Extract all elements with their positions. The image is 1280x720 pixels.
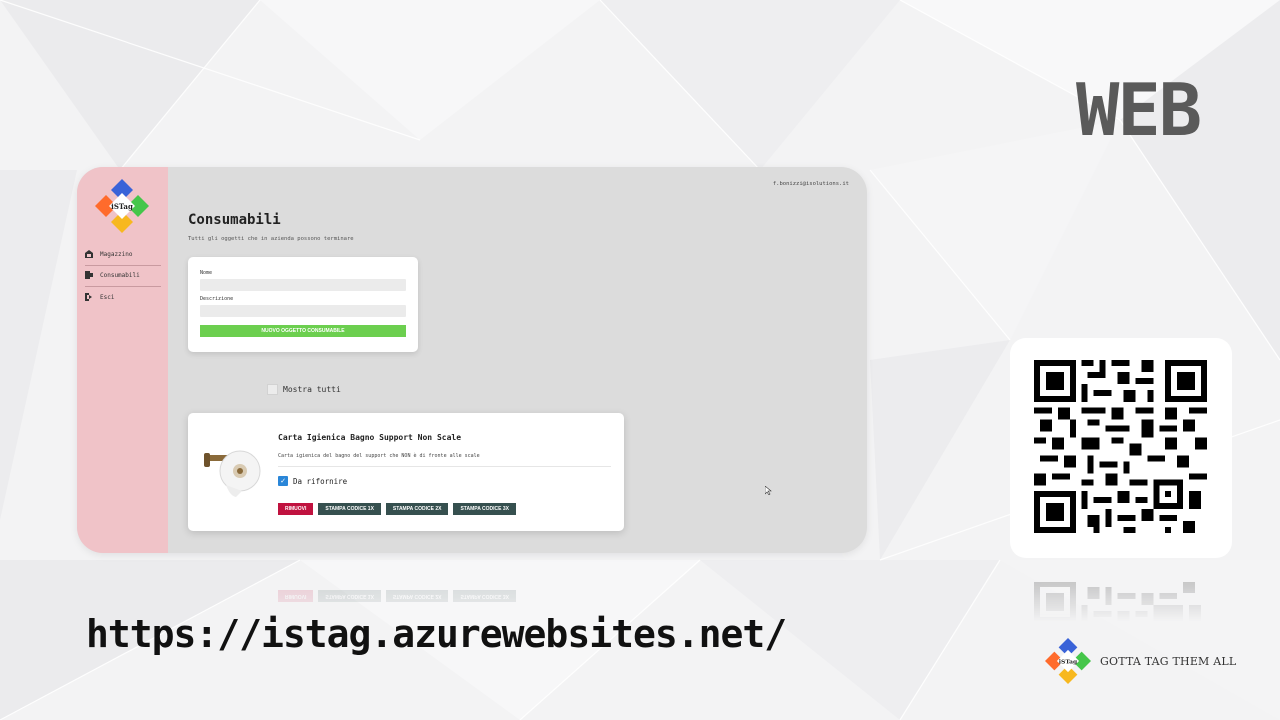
- restock-checkbox[interactable]: ✓: [278, 476, 288, 486]
- page-subtitle: Tutti gli oggetti che in azienda possono…: [188, 236, 354, 242]
- show-all-checkbox[interactable]: [267, 384, 278, 395]
- print-1x-button[interactable]: STAMPA CODICE 1X: [318, 503, 381, 515]
- description-field[interactable]: [200, 305, 406, 317]
- name-label: Nome: [200, 270, 213, 276]
- sidebar-item-magazzino[interactable]: Magazzino: [85, 245, 161, 263]
- reflected-remove-button: RIMUOVI: [278, 590, 314, 602]
- new-consumable-button[interactable]: NUOVO OGGETTO CONSUMABILE: [200, 325, 406, 337]
- reflected-print-1x-button: STAMPA CODICE 1X: [318, 590, 381, 602]
- web-heading: WEB: [1076, 68, 1202, 152]
- page-title: Consumabili: [188, 212, 281, 228]
- toilet-paper-image: [204, 450, 261, 497]
- logo-text: iSTag: [111, 202, 133, 211]
- istag-logo: iSTag: [95, 179, 149, 233]
- print-2x-button[interactable]: STAMPA CODICE 2X: [385, 503, 449, 515]
- description-label: Descrizione: [200, 296, 234, 302]
- sidebar: iSTag Magazzino Consumabili Esci: [77, 167, 168, 553]
- sidebar-item-consumabili[interactable]: Consumabili: [85, 266, 161, 284]
- istag-small-logo: iSTag: [1045, 638, 1091, 684]
- show-all-label: Mostra tutti: [283, 385, 341, 394]
- item-actions: RIMUOVI STAMPA CODICE 1X STAMPA CODICE 2…: [278, 503, 516, 515]
- sidebar-item-label: Magazzino: [100, 250, 133, 258]
- remove-button[interactable]: RIMUOVI: [278, 503, 314, 515]
- app-window: iSTag Magazzino Consumabili Esci f.boniz…: [77, 167, 867, 553]
- qr-code-icon: [1034, 360, 1207, 533]
- reflected-print-2x-button: STAMPA CODICE 2X: [385, 590, 449, 602]
- sidebar-item-label: Consumabili: [100, 271, 140, 279]
- print-3x-button[interactable]: STAMPA CODICE 3X: [453, 503, 516, 515]
- item-divider: [278, 466, 611, 467]
- mouse-cursor-icon: [765, 486, 772, 495]
- restock-label: Da rifornire: [293, 476, 348, 486]
- user-email[interactable]: f.bonizzi@isolutions.it: [773, 181, 849, 187]
- consumables-icon: [85, 271, 93, 279]
- sidebar-item-label: Esci: [100, 293, 115, 301]
- tagline: GOTTA TAG THEM ALL: [1100, 655, 1237, 668]
- name-field[interactable]: [200, 279, 406, 291]
- logout-icon: [85, 293, 93, 301]
- item-title: Carta Igienica Bagno Support Non Scale: [278, 433, 462, 442]
- new-item-form: Nome Descrizione NUOVO OGGETTO CONSUMABI…: [188, 257, 418, 352]
- show-all-toggle[interactable]: Mostra tutti: [267, 384, 341, 395]
- consumable-card: Carta Igienica Bagno Support Non Scale C…: [188, 413, 624, 531]
- warehouse-icon: [85, 250, 93, 258]
- sidebar-item-esci[interactable]: Esci: [85, 288, 161, 306]
- restock-toggle[interactable]: ✓ Da rifornire: [278, 476, 347, 486]
- reflected-print-3x-button: STAMPA CODICE 3X: [453, 590, 516, 602]
- sidebar-divider: [85, 286, 161, 287]
- reflected-actions: RIMUOVI STAMPA CODICE 1X STAMPA CODICE 2…: [278, 590, 516, 602]
- item-description: Carta igienica del bagno del support che…: [278, 453, 480, 459]
- qr-reflection: [1034, 582, 1207, 622]
- qr-card: [1010, 338, 1232, 558]
- logo-text: iSTag: [1059, 659, 1078, 666]
- website-url[interactable]: https://istag.azurewebsites.net/: [86, 612, 787, 656]
